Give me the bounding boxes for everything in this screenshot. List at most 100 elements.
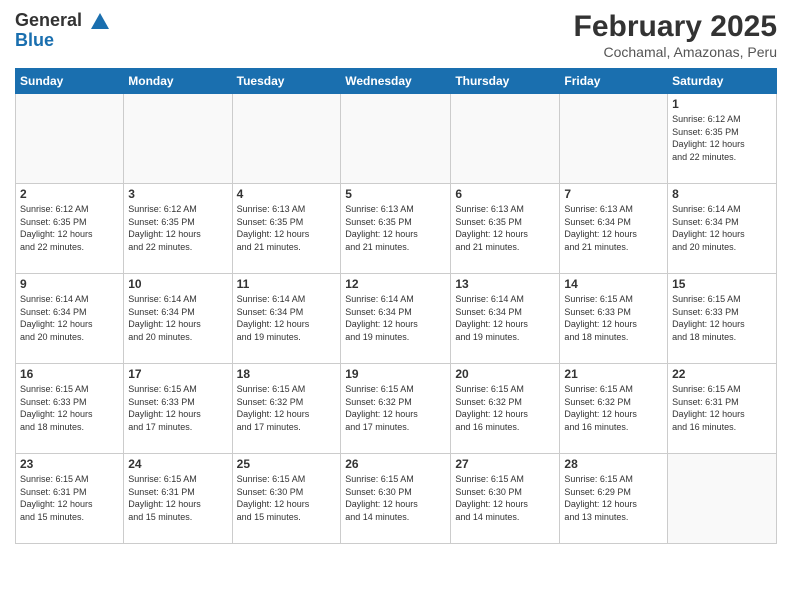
day-info: Sunrise: 6:13 AM Sunset: 6:35 PM Dayligh… xyxy=(237,203,337,253)
calendar-table: Sunday Monday Tuesday Wednesday Thursday… xyxy=(15,68,777,544)
day-number: 1 xyxy=(672,97,772,111)
calendar-week-row: 1 Sunrise: 6:12 AM Sunset: 6:35 PM Daylig… xyxy=(16,94,777,184)
day-number: 20 xyxy=(455,367,555,381)
day-number: 4 xyxy=(237,187,337,201)
table-row: 12 Sunrise: 6:14 AM Sunset: 6:34 PM Dayli… xyxy=(341,274,451,364)
page: General Blue February 2025 Cochamal, Ama… xyxy=(0,0,792,612)
day-number: 26 xyxy=(345,457,446,471)
day-number: 3 xyxy=(128,187,227,201)
day-info: Sunrise: 6:15 AM Sunset: 6:33 PM Dayligh… xyxy=(672,293,772,343)
day-number: 5 xyxy=(345,187,446,201)
col-monday: Monday xyxy=(124,69,232,94)
day-number: 10 xyxy=(128,277,227,291)
day-number: 28 xyxy=(564,457,663,471)
header: General Blue February 2025 Cochamal, Ama… xyxy=(15,10,777,60)
table-row: 3 Sunrise: 6:12 AM Sunset: 6:35 PM Daylig… xyxy=(124,184,232,274)
day-number: 6 xyxy=(455,187,555,201)
day-info: Sunrise: 6:12 AM Sunset: 6:35 PM Dayligh… xyxy=(128,203,227,253)
table-row: 20 Sunrise: 6:15 AM Sunset: 6:32 PM Dayli… xyxy=(451,364,560,454)
day-info: Sunrise: 6:12 AM Sunset: 6:35 PM Dayligh… xyxy=(672,113,772,163)
day-info: Sunrise: 6:15 AM Sunset: 6:33 PM Dayligh… xyxy=(564,293,663,343)
day-number: 21 xyxy=(564,367,663,381)
table-row: 21 Sunrise: 6:15 AM Sunset: 6:32 PM Dayli… xyxy=(560,364,668,454)
table-row: 7 Sunrise: 6:13 AM Sunset: 6:34 PM Daylig… xyxy=(560,184,668,274)
day-number: 27 xyxy=(455,457,555,471)
day-number: 23 xyxy=(20,457,119,471)
calendar-header-row: Sunday Monday Tuesday Wednesday Thursday… xyxy=(16,69,777,94)
day-info: Sunrise: 6:15 AM Sunset: 6:30 PM Dayligh… xyxy=(345,473,446,523)
day-info: Sunrise: 6:15 AM Sunset: 6:32 PM Dayligh… xyxy=(455,383,555,433)
day-info: Sunrise: 6:14 AM Sunset: 6:34 PM Dayligh… xyxy=(345,293,446,343)
table-row: 10 Sunrise: 6:14 AM Sunset: 6:34 PM Dayli… xyxy=(124,274,232,364)
day-info: Sunrise: 6:14 AM Sunset: 6:34 PM Dayligh… xyxy=(128,293,227,343)
day-info: Sunrise: 6:15 AM Sunset: 6:30 PM Dayligh… xyxy=(237,473,337,523)
day-info: Sunrise: 6:15 AM Sunset: 6:32 PM Dayligh… xyxy=(564,383,663,433)
day-number: 18 xyxy=(237,367,337,381)
col-tuesday: Tuesday xyxy=(232,69,341,94)
day-info: Sunrise: 6:13 AM Sunset: 6:34 PM Dayligh… xyxy=(564,203,663,253)
logo: General Blue xyxy=(15,10,111,51)
calendar-week-row: 2 Sunrise: 6:12 AM Sunset: 6:35 PM Daylig… xyxy=(16,184,777,274)
page-subtitle: Cochamal, Amazonas, Peru xyxy=(574,44,777,60)
day-number: 15 xyxy=(672,277,772,291)
col-friday: Friday xyxy=(560,69,668,94)
col-wednesday: Wednesday xyxy=(341,69,451,94)
table-row: 8 Sunrise: 6:14 AM Sunset: 6:34 PM Daylig… xyxy=(668,184,777,274)
table-row: 1 Sunrise: 6:12 AM Sunset: 6:35 PM Daylig… xyxy=(668,94,777,184)
table-row: 16 Sunrise: 6:15 AM Sunset: 6:33 PM Dayli… xyxy=(16,364,124,454)
day-info: Sunrise: 6:14 AM Sunset: 6:34 PM Dayligh… xyxy=(672,203,772,253)
day-number: 17 xyxy=(128,367,227,381)
day-info: Sunrise: 6:14 AM Sunset: 6:34 PM Dayligh… xyxy=(20,293,119,343)
calendar-week-row: 9 Sunrise: 6:14 AM Sunset: 6:34 PM Daylig… xyxy=(16,274,777,364)
col-saturday: Saturday xyxy=(668,69,777,94)
day-number: 9 xyxy=(20,277,119,291)
logo-general: General xyxy=(15,10,82,30)
day-info: Sunrise: 6:15 AM Sunset: 6:32 PM Dayligh… xyxy=(345,383,446,433)
day-info: Sunrise: 6:12 AM Sunset: 6:35 PM Dayligh… xyxy=(20,203,119,253)
table-row: 4 Sunrise: 6:13 AM Sunset: 6:35 PM Daylig… xyxy=(232,184,341,274)
day-info: Sunrise: 6:15 AM Sunset: 6:33 PM Dayligh… xyxy=(20,383,119,433)
day-info: Sunrise: 6:13 AM Sunset: 6:35 PM Dayligh… xyxy=(455,203,555,253)
day-number: 2 xyxy=(20,187,119,201)
day-number: 8 xyxy=(672,187,772,201)
day-number: 7 xyxy=(564,187,663,201)
day-number: 16 xyxy=(20,367,119,381)
title-block: February 2025 Cochamal, Amazonas, Peru xyxy=(574,10,777,60)
day-info: Sunrise: 6:15 AM Sunset: 6:31 PM Dayligh… xyxy=(128,473,227,523)
day-number: 14 xyxy=(564,277,663,291)
table-row: 2 Sunrise: 6:12 AM Sunset: 6:35 PM Daylig… xyxy=(16,184,124,274)
day-number: 11 xyxy=(237,277,337,291)
table-row: 13 Sunrise: 6:14 AM Sunset: 6:34 PM Dayli… xyxy=(451,274,560,364)
calendar-week-row: 23 Sunrise: 6:15 AM Sunset: 6:31 PM Dayli… xyxy=(16,454,777,544)
table-row: 14 Sunrise: 6:15 AM Sunset: 6:33 PM Dayli… xyxy=(560,274,668,364)
logo-text: General Blue xyxy=(15,10,111,51)
logo-icon xyxy=(89,11,111,31)
day-info: Sunrise: 6:15 AM Sunset: 6:29 PM Dayligh… xyxy=(564,473,663,523)
table-row: 18 Sunrise: 6:15 AM Sunset: 6:32 PM Dayli… xyxy=(232,364,341,454)
table-row xyxy=(560,94,668,184)
table-row: 19 Sunrise: 6:15 AM Sunset: 6:32 PM Dayli… xyxy=(341,364,451,454)
table-row xyxy=(341,94,451,184)
day-number: 13 xyxy=(455,277,555,291)
table-row: 6 Sunrise: 6:13 AM Sunset: 6:35 PM Daylig… xyxy=(451,184,560,274)
table-row: 27 Sunrise: 6:15 AM Sunset: 6:30 PM Dayli… xyxy=(451,454,560,544)
table-row xyxy=(668,454,777,544)
day-info: Sunrise: 6:15 AM Sunset: 6:31 PM Dayligh… xyxy=(20,473,119,523)
day-info: Sunrise: 6:15 AM Sunset: 6:30 PM Dayligh… xyxy=(455,473,555,523)
page-title: February 2025 xyxy=(574,10,777,44)
table-row: 11Sunrise: 6:14 AM Sunset: 6:34 PM Dayli… xyxy=(232,274,341,364)
day-info: Sunrise: 6:14 AM Sunset: 6:34 PM Dayligh… xyxy=(455,293,555,343)
table-row: 15 Sunrise: 6:15 AM Sunset: 6:33 PM Dayli… xyxy=(668,274,777,364)
day-info: Sunrise: 6:15 AM Sunset: 6:33 PM Dayligh… xyxy=(128,383,227,433)
day-info: Sunrise: 6:15 AM Sunset: 6:32 PM Dayligh… xyxy=(237,383,337,433)
table-row xyxy=(232,94,341,184)
day-number: 12 xyxy=(345,277,446,291)
table-row: 22Sunrise: 6:15 AM Sunset: 6:31 PM Dayli… xyxy=(668,364,777,454)
table-row: 28 Sunrise: 6:15 AM Sunset: 6:29 PM Dayli… xyxy=(560,454,668,544)
table-row: 24Sunrise: 6:15 AM Sunset: 6:31 PM Dayli… xyxy=(124,454,232,544)
table-row: 23 Sunrise: 6:15 AM Sunset: 6:31 PM Dayli… xyxy=(16,454,124,544)
day-number: 19 xyxy=(345,367,446,381)
day-number: 25 xyxy=(237,457,337,471)
table-row: 26 Sunrise: 6:15 AM Sunset: 6:30 PM Dayli… xyxy=(341,454,451,544)
day-info: Sunrise: 6:15 AM Sunset: 6:31 PM Dayligh… xyxy=(672,383,772,433)
